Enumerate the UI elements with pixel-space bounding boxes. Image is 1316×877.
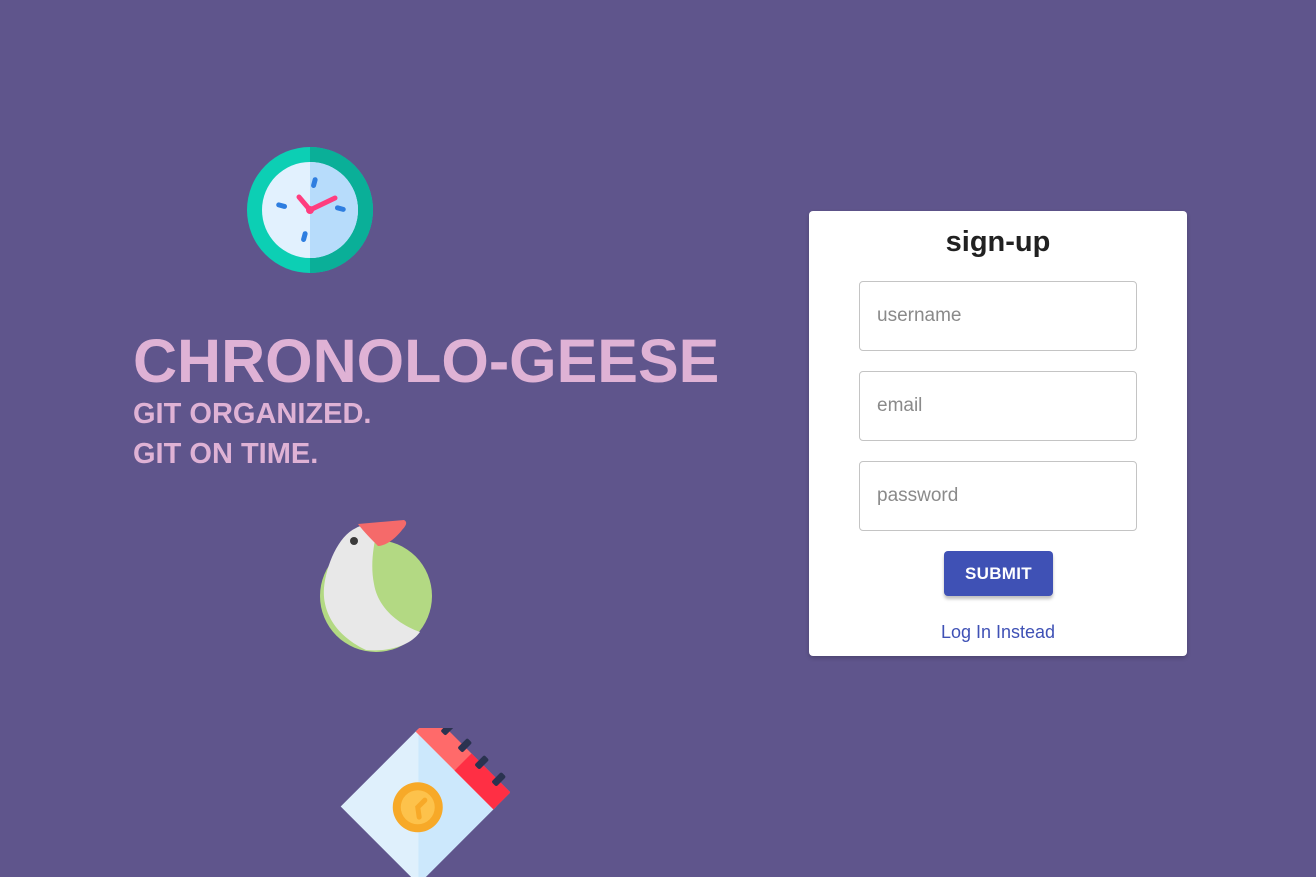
- hero: CHRONOLO-GEESE GIT ORGANIZED. GIT ON TIM…: [133, 328, 719, 474]
- submit-button[interactable]: SUBMIT: [944, 551, 1053, 596]
- goose-icon: [320, 520, 432, 652]
- password-input[interactable]: [859, 461, 1137, 531]
- signup-card: sign-up SUBMIT Log In Instead: [809, 211, 1187, 656]
- login-instead-link[interactable]: Log In Instead: [809, 622, 1187, 643]
- tagline-line-2: GIT ON TIME.: [133, 438, 319, 470]
- signup-title: sign-up: [945, 226, 1051, 258]
- tagline-line-1: GIT ORGANIZED.: [133, 398, 372, 430]
- username-input[interactable]: [859, 281, 1137, 351]
- app-title: CHRONOLO-GEESE: [133, 327, 720, 395]
- calendar-icon: [340, 728, 510, 877]
- email-input[interactable]: [859, 371, 1137, 441]
- clock-icon: [247, 147, 373, 273]
